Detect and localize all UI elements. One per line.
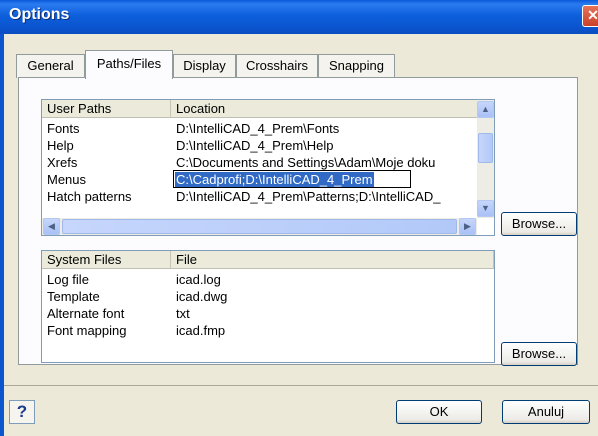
- tab-display[interactable]: Display: [173, 54, 236, 78]
- title-bar: Options ✕: [0, 0, 598, 34]
- arrow-down-icon: ▼: [481, 203, 490, 213]
- tab-paths-files[interactable]: Paths/Files: [85, 50, 173, 79]
- close-button[interactable]: ✕: [582, 5, 598, 27]
- list-item[interactable]: Xrefs C:\Documents and Settings\Adam\Moj…: [42, 154, 478, 171]
- cancel-button[interactable]: Anuluj: [502, 400, 590, 424]
- scroll-up-button[interactable]: ▲: [477, 101, 494, 118]
- list-item[interactable]: Menus C:\Cadprofi;D:\IntelliCAD_4_Prem: [42, 170, 478, 188]
- close-icon: ✕: [587, 7, 598, 23]
- system-file-name: Alternate font: [47, 306, 125, 321]
- arrow-up-icon: ▲: [481, 104, 490, 114]
- scroll-down-button[interactable]: ▼: [477, 200, 494, 217]
- hscroll-thumb[interactable]: [62, 219, 457, 234]
- list-item[interactable]: Hatch patterns D:\IntelliCAD_4_Prem\Patt…: [42, 188, 478, 205]
- vscroll-thumb[interactable]: [478, 133, 493, 163]
- tab-general[interactable]: General: [16, 54, 85, 78]
- list-item[interactable]: Alternate font txt: [42, 305, 494, 322]
- path-location: D:\IntelliCAD_4_Prem\Patterns;D:\Intelli…: [176, 189, 441, 204]
- list-item[interactable]: Font mapping icad.fmp: [42, 322, 494, 339]
- browse-button-system-files[interactable]: Browse...: [501, 342, 577, 366]
- scroll-left-button[interactable]: ◀: [43, 218, 60, 235]
- system-file-name: Font mapping: [47, 323, 127, 338]
- column-header-file[interactable]: File: [171, 251, 494, 269]
- system-file-value: icad.fmp: [176, 323, 226, 338]
- arrow-left-icon: ◀: [48, 221, 55, 231]
- ok-button[interactable]: OK: [396, 400, 482, 424]
- user-paths-vscrollbar[interactable]: ▲ ▼: [477, 100, 494, 218]
- list-item[interactable]: Log file icad.log: [42, 271, 494, 288]
- path-name: Fonts: [47, 121, 80, 136]
- path-name: Help: [47, 138, 74, 153]
- user-paths-list[interactable]: User Paths Location Fonts D:\IntelliCAD_…: [41, 99, 495, 236]
- bottom-separator: [4, 385, 598, 386]
- system-file-value: txt: [176, 306, 190, 321]
- path-location: D:\IntelliCAD_4_Prem\Fonts: [176, 121, 340, 136]
- selected-location-text: C:\Cadprofi;D:\IntelliCAD_4_Prem: [175, 172, 374, 187]
- tab-crosshairs[interactable]: Crosshairs: [236, 54, 318, 78]
- path-location: D:\IntelliCAD_4_Prem\Help: [176, 138, 334, 153]
- path-location-edit-field[interactable]: C:\Cadprofi;D:\IntelliCAD_4_Prem: [173, 170, 411, 188]
- system-files-list[interactable]: System Files File Log file icad.log Temp…: [41, 250, 495, 363]
- column-header-user-paths[interactable]: User Paths: [42, 100, 171, 118]
- browse-button-user-paths[interactable]: Browse...: [501, 212, 577, 236]
- scroll-right-button[interactable]: ▶: [459, 218, 476, 235]
- path-name: Menus: [47, 172, 87, 187]
- list-item[interactable]: Template icad.dwg: [42, 288, 494, 305]
- system-file-value: icad.dwg: [176, 289, 228, 304]
- help-button[interactable]: ?: [9, 400, 35, 424]
- path-name: Xrefs: [47, 155, 78, 170]
- path-name: Hatch patterns: [47, 189, 132, 204]
- column-header-system-files[interactable]: System Files: [42, 251, 171, 269]
- path-location: C:\Documents and Settings\Adam\Moje doku: [176, 155, 436, 170]
- arrow-right-icon: ▶: [464, 221, 471, 231]
- system-file-name: Template: [47, 289, 100, 304]
- system-file-value: icad.log: [176, 272, 221, 287]
- system-file-name: Log file: [47, 272, 89, 287]
- tab-snapping[interactable]: Snapping: [318, 54, 395, 78]
- user-paths-hscrollbar[interactable]: ◀ ▶: [42, 218, 477, 235]
- system-files-header: System Files File: [42, 251, 494, 269]
- user-paths-header: User Paths Location: [42, 100, 478, 118]
- window-title: Options: [9, 6, 70, 23]
- column-header-location[interactable]: Location: [171, 100, 478, 118]
- list-item[interactable]: Fonts D:\IntelliCAD_4_Prem\Fonts: [42, 120, 478, 137]
- list-item[interactable]: Help D:\IntelliCAD_4_Prem\Help: [42, 137, 478, 154]
- window-frame-left: [0, 34, 4, 436]
